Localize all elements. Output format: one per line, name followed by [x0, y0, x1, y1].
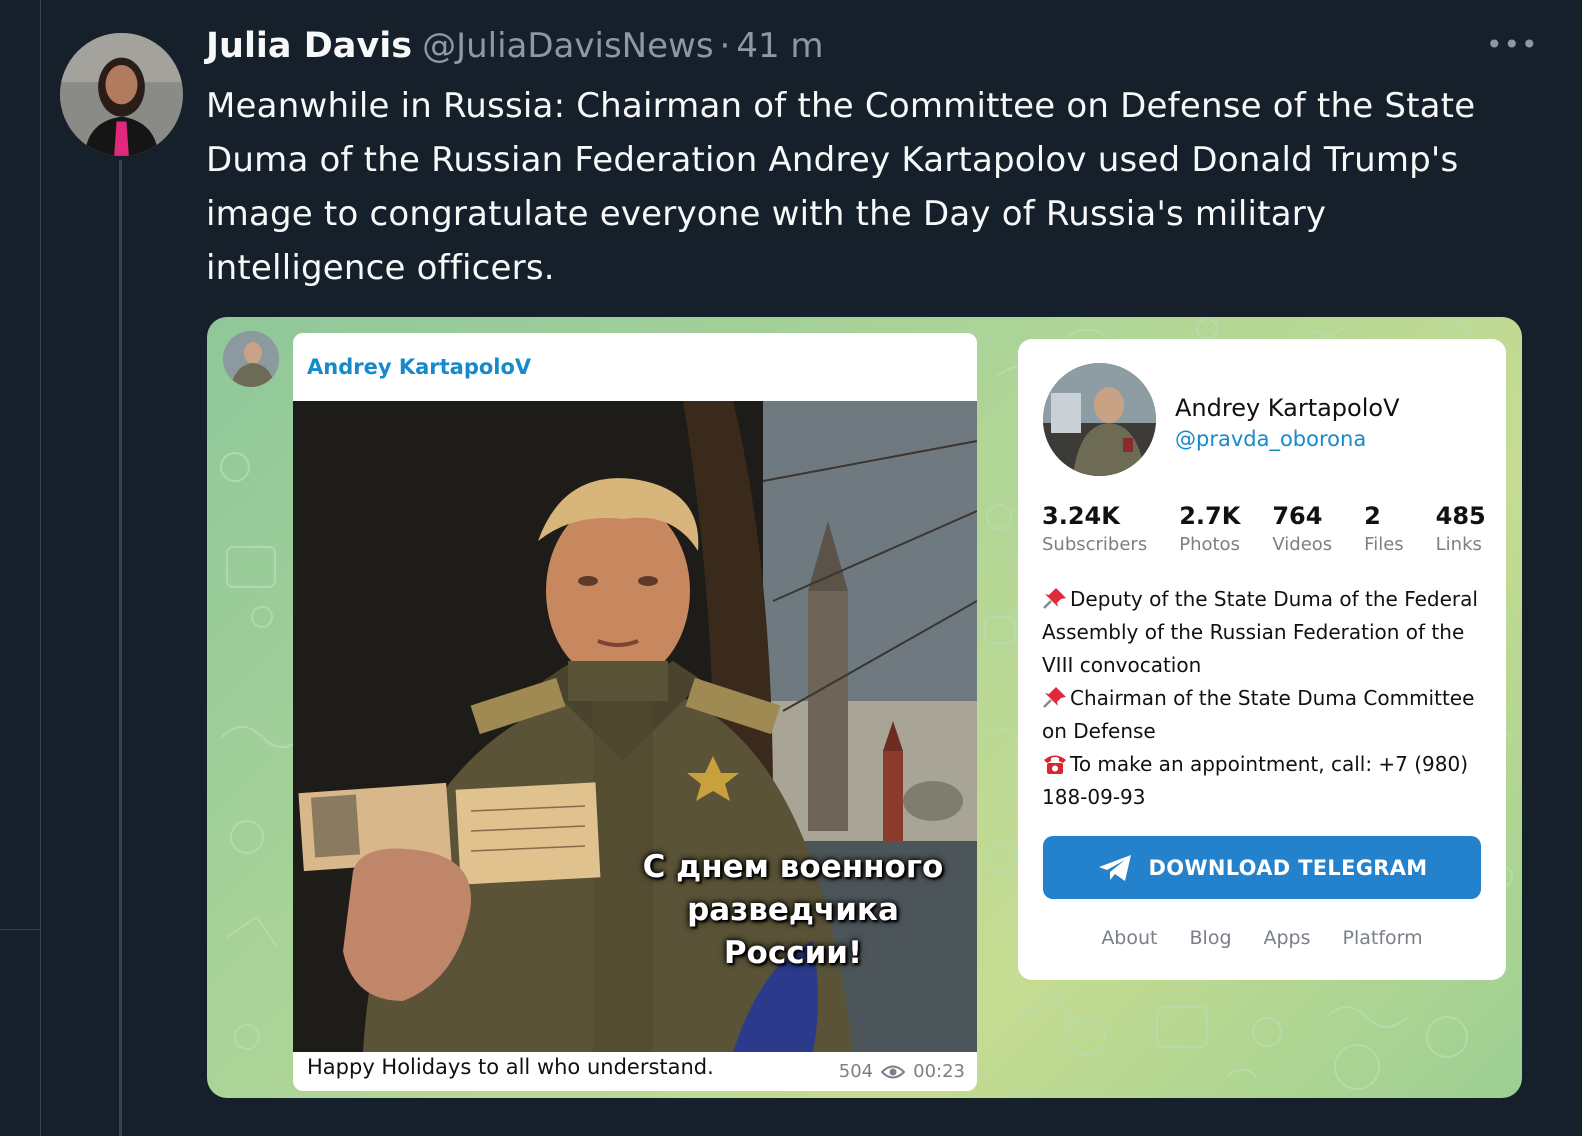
bio-line: Deputy of the State Duma of the Federal …: [1042, 587, 1478, 677]
telegram-post-card: Andrey KartapoloV С днем военного развед…: [293, 333, 977, 1091]
separator-dot: ·: [719, 26, 731, 66]
stat-label: Videos: [1272, 534, 1333, 555]
tweet-text: Meanwhile in Russia: Chairman of the Com…: [206, 86, 1476, 288]
footer-link-blog[interactable]: Blog: [1190, 927, 1232, 949]
post-time: 00:23: [913, 1061, 965, 1082]
stat-value: 3.24K: [1042, 502, 1120, 530]
left-column-border: [40, 0, 41, 1136]
download-button-label: DOWNLOAD TELEGRAM: [1148, 855, 1428, 880]
stat-label: Subscribers: [1042, 534, 1148, 555]
stat-videos: 764 Videos: [1272, 501, 1332, 559]
stat-links: 485 Links: [1436, 501, 1486, 559]
pushpin-icon: [1043, 588, 1066, 609]
telegram-plane-icon: [1098, 854, 1131, 881]
post-meta: 504 00:23: [839, 1061, 965, 1082]
author-avatar[interactable]: [60, 33, 183, 156]
channel-avatar[interactable]: [1043, 363, 1156, 476]
stat-value: 485: [1435, 502, 1486, 530]
channel-name: Andrey KartapoloV: [1175, 394, 1400, 422]
post-author-name[interactable]: Andrey KartapoloV: [307, 355, 531, 379]
footer-links: About Blog Apps Platform: [1018, 927, 1506, 949]
channel-username[interactable]: @pravda_oborona: [1175, 427, 1366, 451]
author-display-name[interactable]: Julia Davis: [206, 26, 412, 66]
tweet-header: Julia Davis @JuliaDavisNews · 41 m: [206, 26, 824, 72]
footer-link-about[interactable]: About: [1101, 927, 1157, 949]
stat-label: Photos: [1179, 534, 1240, 555]
pushpin-icon: [1043, 687, 1066, 708]
post-caption: Happy Holidays to all who understand.: [307, 1055, 714, 1079]
footer-link-apps[interactable]: Apps: [1264, 927, 1311, 949]
stat-photos: 2.7K Photos: [1179, 501, 1240, 559]
telephone-icon: [1044, 755, 1066, 774]
stat-value: 764: [1272, 502, 1323, 530]
tweet-timestamp[interactable]: 41 m: [736, 26, 823, 66]
more-horizontal-icon[interactable]: •••: [1486, 30, 1538, 60]
post-views-count: 504: [838, 1061, 874, 1082]
stat-label: Files: [1364, 534, 1404, 555]
footer-link-platform[interactable]: Platform: [1343, 927, 1423, 949]
stat-label: Links: [1435, 534, 1482, 555]
left-column-divider: [0, 929, 40, 930]
post-author-avatar[interactable]: [223, 331, 279, 387]
tweet-media-image[interactable]: Andrey KartapoloV С днем военного развед…: [207, 317, 1522, 1098]
image-overlay-text: С днем военного разведчика России!: [642, 849, 944, 971]
telegram-profile-card: Andrey KartapoloV @pravda_oborona 3.24K …: [1018, 339, 1506, 980]
author-handle[interactable]: @JuliaDavisNews: [422, 26, 713, 66]
post-photo[interactable]: С днем военного разведчика России!: [293, 401, 977, 1052]
eye-icon: [881, 1065, 906, 1078]
stat-value: 2: [1364, 502, 1381, 530]
bio-line: To make an appointment, call: +7 (980) 1…: [1042, 752, 1469, 809]
thread-line: [119, 160, 122, 1136]
stat-value: 2.7K: [1179, 502, 1241, 530]
bio-line: Chairman of the State Duma Committee on …: [1042, 686, 1475, 743]
channel-stats: 3.24K Subscribers 2.7K Photos 764 Videos…: [1042, 501, 1486, 559]
download-telegram-button[interactable]: DOWNLOAD TELEGRAM: [1043, 836, 1481, 899]
channel-bio: Deputy of the State Duma of the Federal …: [1042, 583, 1488, 814]
stat-files: 2 Files: [1364, 501, 1404, 559]
stat-subscribers: 3.24K Subscribers: [1042, 501, 1147, 559]
